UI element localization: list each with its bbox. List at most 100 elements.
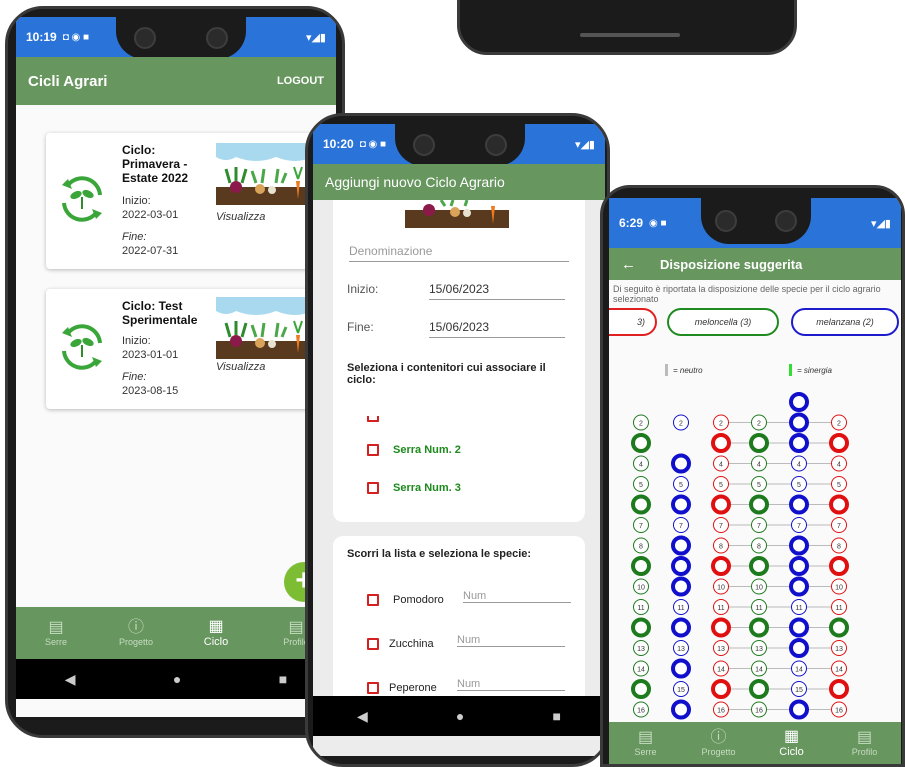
panel-cover bbox=[333, 406, 585, 416]
end-label: Fine: bbox=[122, 231, 147, 243]
start-label: Inizio: bbox=[122, 195, 151, 207]
camera-notch bbox=[116, 17, 246, 59]
phone-disposizione: 6:29 ◉ ■ ▾◢▮ ← Disposizione suggerita Di… bbox=[600, 185, 905, 767]
view-link[interactable]: Visualizza bbox=[216, 361, 265, 373]
plant-slot-number: 14 bbox=[717, 667, 725, 674]
logout-button[interactable]: LOGOUT bbox=[277, 75, 324, 87]
nav-serre[interactable]: ▤ Serre bbox=[16, 607, 96, 659]
plant-slot bbox=[749, 556, 769, 576]
plant-slot-number: 16 bbox=[717, 708, 725, 715]
cycle-card[interactable]: Ciclo: Test Sperimentale Inizio: 2023-01… bbox=[46, 289, 336, 409]
plant-slot-number: 7 bbox=[679, 523, 683, 530]
screen: 10:20 ◘ ◉ ■ ▾◢▮ Aggiungi nuovo Ciclo Agr… bbox=[313, 124, 605, 756]
plant-slot-number: 15 bbox=[795, 687, 803, 694]
vegetables-illustration bbox=[216, 297, 312, 359]
species-checkbox[interactable] bbox=[367, 638, 379, 650]
container-checkbox[interactable] bbox=[367, 482, 379, 494]
plant-slot bbox=[749, 679, 769, 699]
plant-slot bbox=[789, 638, 809, 658]
nav-serre[interactable]: ▤ Serre bbox=[609, 722, 682, 764]
end-label: Fine: bbox=[122, 371, 147, 383]
app-bar: Cicli Agrari LOGOUT bbox=[16, 57, 336, 105]
greenhouse-icon: ▤ bbox=[637, 729, 654, 746]
plant-slot bbox=[789, 433, 809, 453]
species-num-field[interactable]: Num bbox=[457, 634, 565, 647]
species-num-field[interactable]: Num bbox=[457, 678, 565, 691]
camera-icon bbox=[775, 210, 797, 232]
bottom-nav: ▤ Serre ⓘ Progetto ▦ Ciclo ▤ Profilo bbox=[609, 722, 901, 764]
end-date-field[interactable]: 15/06/2023 bbox=[429, 320, 565, 338]
plant-slot-number: 8 bbox=[757, 544, 761, 551]
plant-slot-number: 5 bbox=[639, 482, 643, 489]
species-checkbox[interactable] bbox=[367, 682, 379, 694]
camera-notch bbox=[701, 198, 811, 244]
recents-icon[interactable]: ■ bbox=[279, 671, 287, 687]
plant-slot-number: 2 bbox=[679, 421, 683, 428]
nav-ciclo[interactable]: ▦ Ciclo bbox=[176, 607, 256, 659]
recents-icon[interactable]: ■ bbox=[552, 708, 560, 724]
plant-slot bbox=[789, 556, 809, 576]
info-icon: ⓘ bbox=[710, 729, 727, 746]
home-icon[interactable]: ● bbox=[173, 671, 181, 687]
intro-text: Di seguito è riportata la disposizione d… bbox=[613, 284, 881, 304]
plant-slot-number: 14 bbox=[795, 667, 803, 674]
plant-slot bbox=[671, 453, 691, 474]
plant-slot-number: 7 bbox=[797, 523, 801, 530]
app-bar: ← Disposizione suggerita bbox=[609, 248, 901, 280]
plant-slot-number: 2 bbox=[639, 421, 643, 428]
plant-slot-number: 8 bbox=[719, 544, 723, 551]
legend-swatch bbox=[665, 364, 668, 376]
plant-slot-number: 5 bbox=[837, 482, 841, 489]
background-phone-frame bbox=[457, 0, 797, 55]
species-label: Zucchina bbox=[389, 638, 434, 650]
species-checkbox[interactable] bbox=[367, 594, 379, 606]
vegetables-illustration bbox=[216, 143, 312, 205]
plant-slot bbox=[671, 658, 691, 679]
status-time: 10:19 bbox=[26, 30, 57, 44]
species-pill: 3) bbox=[609, 308, 657, 336]
nav-label: Progetto bbox=[701, 747, 736, 757]
back-icon[interactable]: ◀ bbox=[65, 671, 76, 688]
plant-slot-number: 11 bbox=[835, 605, 842, 612]
plant-slot-number: 8 bbox=[837, 544, 841, 551]
back-arrow-icon[interactable]: ← bbox=[621, 256, 636, 273]
nav-profilo[interactable]: ▤ Profilo bbox=[828, 722, 901, 764]
start-label: Inizio: bbox=[347, 282, 379, 296]
home-icon[interactable]: ● bbox=[456, 708, 464, 724]
profile-icon: ▤ bbox=[856, 729, 873, 746]
cycle-title: Ciclo: Test Sperimentale bbox=[122, 299, 198, 327]
container-label: Serra Num. 2 bbox=[393, 444, 461, 456]
nav-ciclo[interactable]: ▦ Ciclo bbox=[755, 722, 828, 764]
status-time: 6:29 bbox=[619, 216, 644, 230]
plant-slot-number: 16 bbox=[835, 708, 843, 715]
nav-progetto[interactable]: ⓘ Progetto bbox=[96, 607, 176, 659]
plant-slot bbox=[789, 617, 809, 638]
view-link[interactable]: Visualizza bbox=[216, 211, 265, 223]
plant-slot-number: 4 bbox=[837, 462, 841, 469]
plant-slot-number: 10 bbox=[637, 585, 645, 592]
legend-label: = neutro bbox=[673, 366, 703, 375]
plant-slot bbox=[711, 494, 731, 515]
species-num-field[interactable]: Num bbox=[463, 590, 571, 603]
greenhouse-icon: ▤ bbox=[48, 619, 64, 636]
plant-slot-number: 4 bbox=[757, 462, 761, 469]
plant-slot-number: 16 bbox=[637, 708, 645, 715]
name-field[interactable]: Denominazione bbox=[349, 244, 569, 262]
nav-progetto[interactable]: ⓘ Progetto bbox=[682, 722, 755, 764]
plant-slot-number: 11 bbox=[637, 605, 644, 612]
plant-slot bbox=[789, 576, 809, 597]
plant-slot-number: 11 bbox=[795, 605, 802, 612]
cycle-card[interactable]: Ciclo: Primavera - Estate 2022 Inizio: 2… bbox=[46, 133, 336, 269]
nav-label: Serre bbox=[44, 637, 67, 647]
plant-slot bbox=[671, 699, 691, 720]
plant-slot-number: 7 bbox=[757, 523, 761, 530]
container-checkbox[interactable] bbox=[367, 444, 379, 456]
plant-slot bbox=[749, 433, 769, 453]
plant-slot-number: 5 bbox=[679, 482, 683, 489]
system-nav-bar: ◀ ● ■ bbox=[313, 696, 605, 736]
start-date-field[interactable]: 15/06/2023 bbox=[429, 282, 565, 300]
signal-battery-icon: ▾◢▮ bbox=[574, 138, 595, 151]
vegetables-illustration bbox=[405, 200, 509, 228]
back-icon[interactable]: ◀ bbox=[357, 708, 368, 725]
system-nav-bar: ◀ ● ■ bbox=[16, 659, 336, 699]
